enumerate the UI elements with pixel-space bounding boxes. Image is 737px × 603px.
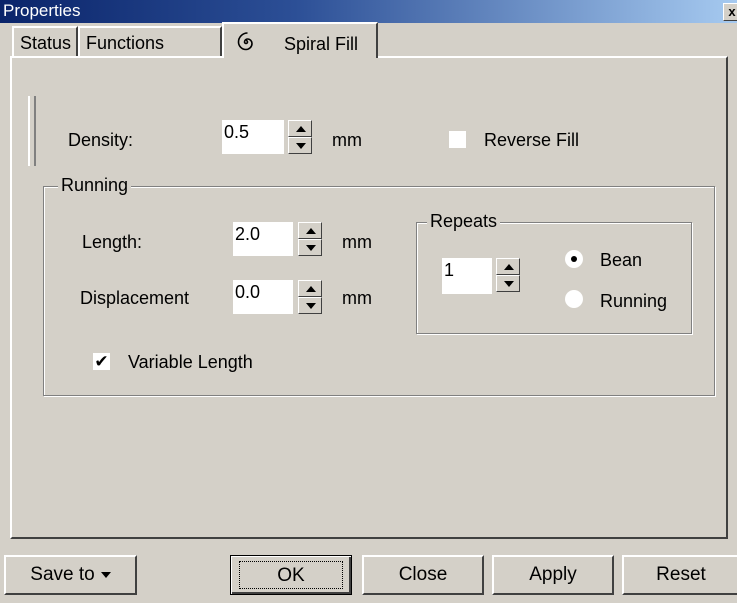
repeats-group-title: Repeats — [427, 211, 501, 232]
ok-label: OK — [239, 561, 343, 589]
running-radio[interactable] — [565, 290, 583, 308]
tab-spiral-fill-label: Spiral Fill — [284, 34, 359, 54]
reverse-fill-label: Reverse Fill — [484, 130, 580, 150]
spin-down-icon[interactable] — [288, 137, 312, 154]
tab-spiral-fill[interactable]: Spiral Fill — [222, 22, 378, 58]
spin-down-icon[interactable] — [496, 275, 520, 292]
tab-functions[interactable]: Functions — [78, 26, 222, 56]
close-window-button[interactable]: x — [723, 3, 737, 21]
spiral-icon — [234, 30, 258, 59]
bean-radio[interactable] — [565, 250, 583, 268]
check-icon: ✔ — [94, 352, 109, 371]
save-to-button[interactable]: Save to — [4, 555, 137, 595]
reset-label: Reset — [656, 564, 706, 585]
spin-down-icon[interactable] — [298, 297, 322, 314]
apply-button[interactable]: Apply — [492, 555, 614, 595]
displacement-label: Displacement — [80, 288, 190, 308]
running-radio-label: Running — [600, 291, 668, 311]
length-input[interactable]: 2.0 — [233, 222, 293, 256]
displacement-unit: mm — [342, 288, 372, 308]
close-label: Close — [398, 564, 448, 585]
length-spinner[interactable] — [298, 222, 322, 258]
save-to-label: Save to — [30, 564, 95, 585]
tab-status[interactable]: Status — [12, 26, 78, 56]
density-spinner[interactable] — [288, 120, 312, 156]
ok-button[interactable]: OK — [230, 555, 352, 595]
repeats-input[interactable]: 1 — [442, 258, 492, 294]
density-label: Density: — [68, 130, 134, 150]
apply-label: Apply — [529, 564, 577, 585]
radio-selected-icon — [571, 256, 577, 262]
length-label: Length: — [82, 232, 143, 252]
density-input[interactable]: 0.5 — [222, 120, 284, 154]
panel-grip[interactable] — [28, 96, 36, 166]
spin-up-icon[interactable] — [288, 120, 312, 137]
running-group-title: Running — [58, 175, 132, 196]
spin-down-icon[interactable] — [298, 239, 322, 256]
spin-up-icon[interactable] — [298, 222, 322, 239]
window-title: Properties — [3, 1, 81, 20]
displacement-spinner[interactable] — [298, 280, 322, 316]
variable-length-label: Variable Length — [128, 352, 253, 372]
reset-button[interactable]: Reset — [622, 555, 737, 595]
dropdown-arrow-icon — [100, 571, 111, 578]
tab-functions-label: Functions — [86, 33, 165, 53]
density-unit: mm — [332, 130, 362, 150]
title-bar: Properties x — [0, 0, 737, 23]
bean-label: Bean — [600, 250, 643, 270]
variable-length-checkbox[interactable]: ✔ — [93, 353, 110, 370]
displacement-input[interactable]: 0.0 — [233, 280, 293, 314]
length-unit: mm — [342, 232, 372, 252]
spin-up-icon[interactable] — [298, 280, 322, 297]
spin-up-icon[interactable] — [496, 258, 520, 275]
tab-status-label: Status — [20, 33, 72, 53]
repeats-spinner[interactable] — [496, 258, 520, 294]
close-button[interactable]: Close — [362, 555, 484, 595]
reverse-fill-checkbox[interactable] — [449, 131, 466, 148]
